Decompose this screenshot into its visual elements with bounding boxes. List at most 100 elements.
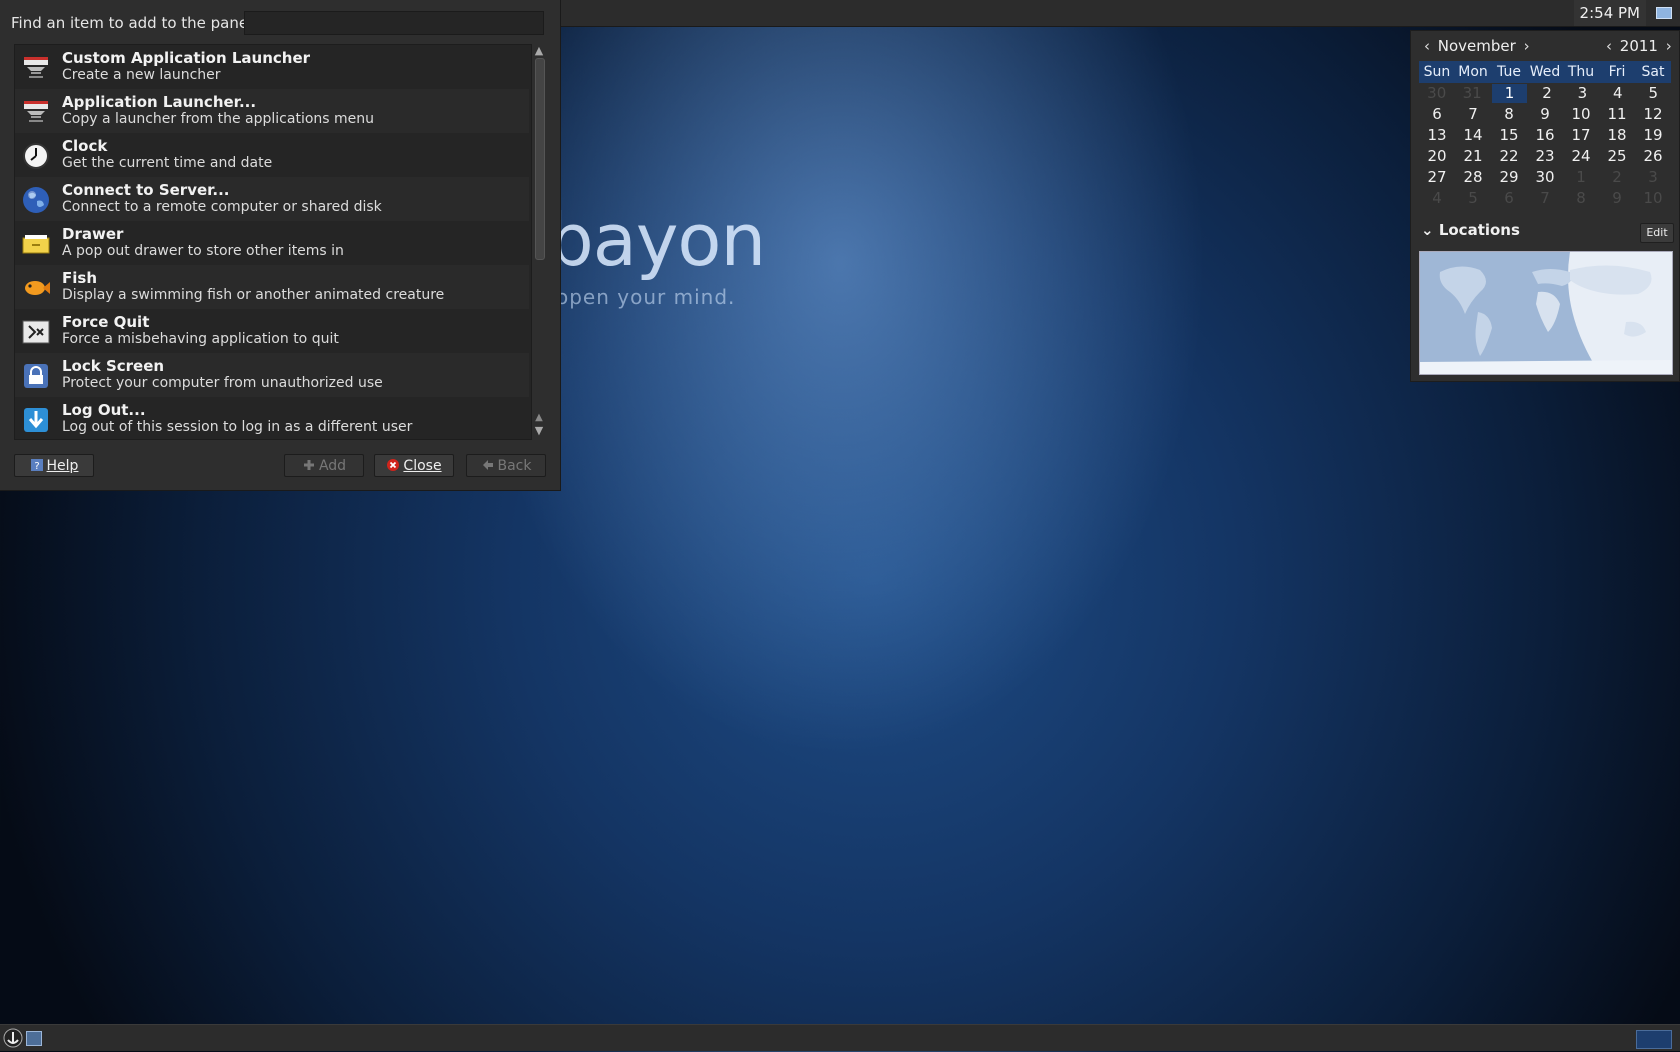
list-item-lock-screen[interactable]: Lock Screen Protect your computer from u… (15, 353, 529, 397)
item-desc: Force a misbehaving application to quit (62, 331, 339, 347)
locations-toggle[interactable]: ⌄ Locations (1421, 221, 1520, 239)
item-desc: Log out of this session to log in as a d… (62, 419, 413, 435)
calendar-day[interactable]: 6 (1491, 188, 1527, 209)
main-menu-icon[interactable] (3, 1028, 23, 1048)
list-item-clock[interactable]: Clock Get the current time and date (15, 133, 529, 177)
calendar-day[interactable]: 14 (1455, 125, 1491, 146)
calendar-day[interactable]: 2 (1529, 83, 1564, 104)
help-button[interactable]: ? Help (14, 454, 94, 477)
add-button[interactable]: Add (284, 454, 364, 477)
calendar-weeks: 30 31 1 2 3 4 5 6 7 8 9 10 11 12 13 14 15 16 17 18 19 20 21 22 2… (1419, 83, 1671, 209)
calendar-day[interactable]: 30 (1527, 167, 1563, 188)
calendar-day[interactable]: 26 (1635, 146, 1671, 167)
calendar-day[interactable]: 28 (1455, 167, 1491, 188)
list-item-fish[interactable]: Fish Display a swimming fish or another … (15, 265, 529, 309)
workspace-switcher[interactable] (1636, 1030, 1672, 1049)
calendar-day[interactable]: 13 (1419, 125, 1455, 146)
calendar-day[interactable]: 6 (1419, 104, 1455, 125)
calendar-day[interactable]: 3 (1565, 83, 1600, 104)
back-label: Back (497, 458, 532, 474)
find-input[interactable] (244, 11, 544, 35)
list-item-force-quit[interactable]: Force Quit Force a misbehaving applicati… (15, 309, 529, 353)
back-arrow-icon (481, 457, 495, 471)
calendar-day[interactable]: 3 (1635, 167, 1671, 188)
calendar-day[interactable]: 23 (1527, 146, 1563, 167)
item-title: Force Quit (62, 313, 150, 331)
calendar-day[interactable]: 17 (1563, 125, 1599, 146)
world-map (1419, 251, 1673, 375)
clock-icon (21, 141, 51, 171)
scroll-up-small-icon[interactable]: ▲ (531, 412, 547, 424)
scroll-up-icon[interactable]: ▲ (531, 44, 547, 58)
show-desktop-icon[interactable] (26, 1031, 42, 1046)
calendar-day[interactable]: 8 (1491, 104, 1527, 125)
drawer-icon (21, 229, 51, 259)
calendar-day[interactable]: 18 (1599, 125, 1635, 146)
back-button[interactable]: Back (466, 454, 546, 477)
calendar-day[interactable]: 12 (1635, 104, 1671, 125)
weekday-label: Mon (1458, 64, 1488, 80)
edit-locations-button[interactable]: Edit (1640, 223, 1674, 243)
calendar-day[interactable]: 29 (1491, 167, 1527, 188)
scroll-down-icon[interactable]: ▼ (531, 424, 547, 438)
calendar-day[interactable]: 30 (1419, 83, 1454, 104)
help-icon: ? (30, 457, 44, 472)
item-title: Application Launcher... (62, 93, 257, 111)
item-title: Fish (62, 269, 97, 287)
tray-icon[interactable] (1656, 7, 1672, 19)
calendar-day[interactable]: 2 (1599, 167, 1635, 188)
item-desc: Display a swimming fish or another anima… (62, 287, 445, 303)
calendar-day[interactable]: 10 (1635, 188, 1671, 209)
calendar-day[interactable]: 1 (1563, 167, 1599, 188)
list-item-custom-launcher[interactable]: Custom Application Launcher Create a new… (15, 45, 529, 89)
calendar-day[interactable]: 15 (1491, 125, 1527, 146)
list-item-log-out[interactable]: Log Out... Log out of this session to lo… (15, 397, 529, 439)
year-label: 2011 (1619, 37, 1658, 55)
panel-clock[interactable]: 2:54 PM (1573, 0, 1646, 26)
item-desc: Protect your computer from unauthorized … (62, 375, 383, 391)
calendar-week: 13 14 15 16 17 18 19 (1419, 125, 1671, 146)
calendar-week: 4 5 6 7 8 9 10 (1419, 188, 1671, 209)
list-scrollbar[interactable]: ▲ ▲ ▼ (531, 44, 547, 438)
weekday-label: Sat (1641, 64, 1665, 80)
calendar-day[interactable]: 24 (1563, 146, 1599, 167)
calendar-day[interactable]: 19 (1635, 125, 1671, 146)
calendar-day[interactable]: 4 (1600, 83, 1635, 104)
calendar-day[interactable]: 21 (1455, 146, 1491, 167)
calendar-day[interactable]: 8 (1563, 188, 1599, 209)
calendar-day[interactable]: 10 (1563, 104, 1599, 125)
calendar-day[interactable]: 7 (1455, 104, 1491, 125)
calendar-day[interactable]: 27 (1419, 167, 1455, 188)
calendar-day[interactable]: 25 (1599, 146, 1635, 167)
launcher-icon (21, 97, 51, 127)
list-item-drawer[interactable]: Drawer A pop out drawer to store other i… (15, 221, 529, 265)
calendar-day[interactable]: 22 (1491, 146, 1527, 167)
prev-year-icon[interactable]: ‹ (1603, 37, 1615, 55)
calendar-day[interactable]: 1 (1491, 84, 1528, 103)
list-item-connect-server[interactable]: Connect to Server... Connect to a remote… (15, 177, 529, 221)
calendar-day[interactable]: 7 (1527, 188, 1563, 209)
calendar-day[interactable]: 31 (1454, 83, 1489, 104)
force-quit-icon (21, 317, 51, 347)
close-label: Close (403, 458, 442, 474)
calendar-day[interactable]: 11 (1599, 104, 1635, 125)
calendar-day[interactable]: 9 (1527, 104, 1563, 125)
launcher-icon (21, 53, 51, 83)
next-year-icon[interactable]: › (1663, 37, 1675, 55)
close-button[interactable]: Close (374, 454, 454, 477)
item-title: Custom Application Launcher (62, 49, 311, 67)
calendar-day[interactable]: 16 (1527, 125, 1563, 146)
wallpaper-logo: bayon (548, 198, 766, 282)
scroll-thumb[interactable] (535, 58, 545, 260)
list-item-app-launcher[interactable]: Application Launcher... Copy a launcher … (15, 89, 529, 133)
calendar-day[interactable]: 5 (1636, 83, 1671, 104)
calendar-day[interactable]: 4 (1419, 188, 1455, 209)
next-month-icon[interactable]: › (1521, 37, 1533, 55)
bottom-panel (0, 1024, 1680, 1051)
calendar-day[interactable]: 5 (1455, 188, 1491, 209)
calendar-day[interactable]: 9 (1599, 188, 1635, 209)
year-nav: ‹ 2011 › (1603, 37, 1675, 57)
calendar-day[interactable]: 20 (1419, 146, 1455, 167)
prev-month-icon[interactable]: ‹ (1421, 37, 1433, 55)
weekday-header: Sun Mon Tue Wed Thu Fri Sat (1419, 61, 1671, 83)
